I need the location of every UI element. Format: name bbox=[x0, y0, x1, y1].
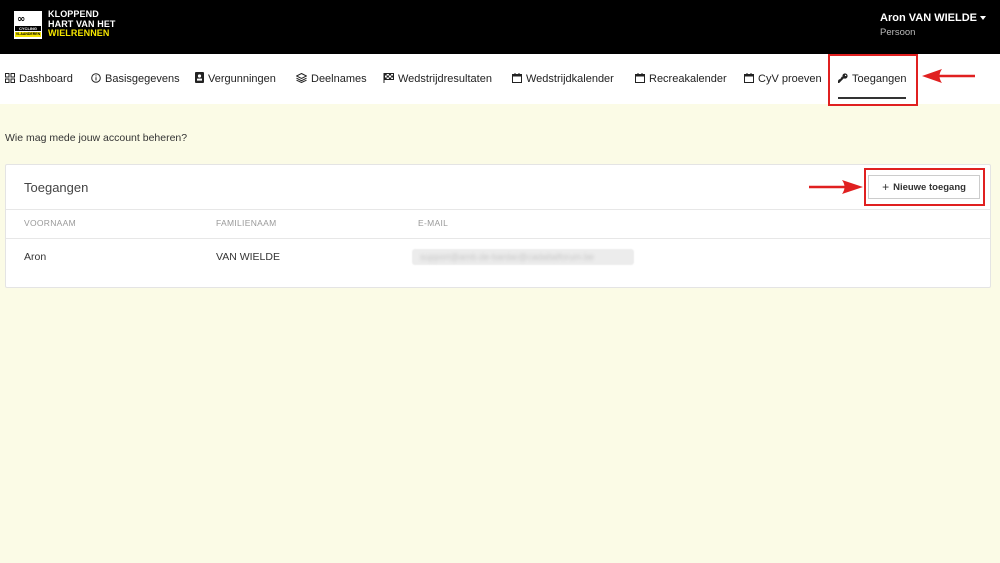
column-header-email: E-MAIL bbox=[418, 218, 449, 228]
checkered-flag-icon bbox=[383, 72, 394, 86]
info-circle-icon bbox=[91, 72, 101, 86]
annotation-highlight-button bbox=[864, 168, 985, 206]
nav-item-deelnames[interactable]: Deelnames bbox=[295, 54, 367, 104]
badge-word-vlaanderen: VLAANDEREN bbox=[15, 32, 41, 37]
nav-label: Wedstrijdresultaten bbox=[398, 73, 492, 85]
cell-email-blurred: support@amb.de-bardar@cadaltalforum.be bbox=[412, 249, 634, 265]
column-header-voornaam: VOORNAAM bbox=[24, 218, 76, 228]
annotation-arrow-tab bbox=[922, 69, 975, 83]
badge-word-cycling: CYCLING bbox=[15, 26, 41, 31]
calendar-icon bbox=[744, 72, 754, 86]
email-text: support@amb.de-bardar@cadaltalforum.be bbox=[420, 252, 594, 262]
nav-item-vergunningen[interactable]: Vergunningen bbox=[195, 54, 276, 104]
cycling-vlaanderen-badge: ∞ CYCLING VLAANDEREN bbox=[14, 11, 42, 39]
card-title: Toegangen bbox=[24, 180, 89, 195]
brand-line-3: WIELRENNEN bbox=[48, 28, 110, 38]
user-name: Aron VAN WIELDE bbox=[880, 12, 977, 24]
nav-label: Dashboard bbox=[19, 73, 73, 85]
grid-icon bbox=[5, 72, 15, 86]
nav-label: Basisgegevens bbox=[105, 73, 180, 85]
page-intro: Wie mag mede jouw account beheren? bbox=[5, 132, 188, 144]
nav-label: CyV proeven bbox=[758, 73, 822, 85]
nav-item-wedstrijdkalender[interactable]: Wedstrijdkalender bbox=[512, 54, 614, 104]
nav-item-basisgegevens[interactable]: Basisgegevens bbox=[91, 54, 180, 104]
column-header-familienaam: FAMILIENAAM bbox=[216, 218, 277, 228]
nav-item-cyv-proeven[interactable]: CyV proeven bbox=[744, 54, 822, 104]
nav-label: Recreakalender bbox=[649, 73, 727, 85]
calendar-icon bbox=[635, 72, 645, 86]
calendar-icon bbox=[512, 72, 522, 86]
cell-familienaam: VAN WIELDE bbox=[216, 251, 280, 263]
top-bar: ∞ CYCLING VLAANDEREN KLOPPEND HART VAN H… bbox=[0, 0, 1000, 54]
nav-label: Vergunningen bbox=[208, 73, 276, 85]
divider bbox=[6, 238, 990, 239]
caret-down-icon[interactable] bbox=[980, 16, 986, 21]
id-card-icon bbox=[195, 72, 204, 86]
layers-icon bbox=[295, 72, 308, 86]
nav-label: Deelnames bbox=[311, 73, 367, 85]
annotation-arrow-button bbox=[809, 180, 863, 194]
cell-voornaam: Aron bbox=[24, 251, 47, 263]
brand-logo[interactable]: ∞ CYCLING VLAANDEREN KLOPPEND HART VAN H… bbox=[14, 9, 116, 39]
user-role: Persoon bbox=[880, 27, 916, 38]
nav-item-recreakalender[interactable]: Recreakalender bbox=[635, 54, 727, 104]
divider bbox=[6, 209, 990, 210]
infinity-icon: ∞ bbox=[17, 14, 26, 25]
nav-label: Wedstrijdkalender bbox=[526, 73, 614, 85]
nav-item-wedstrijdresultaten[interactable]: Wedstrijdresultaten bbox=[383, 54, 492, 104]
nav-item-dashboard[interactable]: Dashboard bbox=[5, 54, 73, 104]
user-menu[interactable]: Aron VAN WIELDE Persoon bbox=[880, 12, 986, 38]
brand-slogan: KLOPPEND HART VAN HET WIELRENNEN bbox=[48, 9, 116, 39]
annotation-highlight-tab bbox=[828, 54, 918, 106]
